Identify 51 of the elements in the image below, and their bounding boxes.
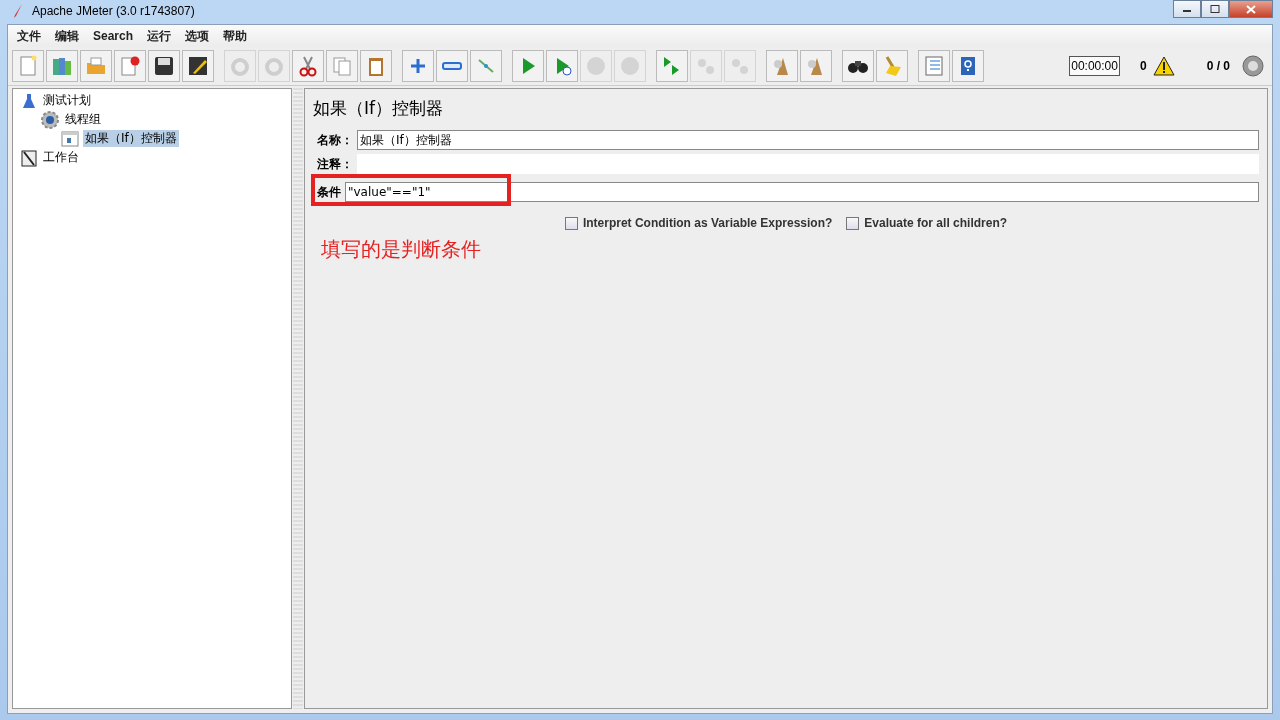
gear-icon (41, 110, 59, 129)
menu-item[interactable]: 帮助 (216, 27, 255, 45)
comment-field[interactable] (357, 154, 1259, 174)
thread-count: 0 / 0 (1206, 59, 1230, 73)
copy-icon (331, 55, 353, 77)
close-file-icon (119, 55, 141, 77)
annotation-text: 填写的是判断条件 (321, 236, 482, 263)
menu-item[interactable]: Search (86, 29, 141, 43)
toolbar-button[interactable] (148, 50, 180, 82)
splitter-handle[interactable] (293, 88, 303, 709)
close-icon (1246, 4, 1256, 14)
flask-icon (21, 92, 37, 109)
maximize-button[interactable] (1201, 0, 1229, 18)
field-label: 注释： (316, 155, 354, 173)
list-icon (923, 55, 945, 77)
tree-item[interactable]: 如果（If）控制器 (83, 130, 179, 147)
elapsed-time: 00:00:00 (1069, 56, 1120, 76)
close-button[interactable] (1229, 0, 1273, 18)
tree-item[interactable]: 线程组 (63, 111, 103, 128)
menu-item[interactable]: 选项 (178, 27, 217, 45)
tree-item[interactable]: 测试计划 (41, 92, 93, 109)
toolbar-button[interactable] (842, 50, 874, 82)
tree-item[interactable]: 工作台 (41, 149, 81, 166)
panel-title: 如果（If）控制器 (313, 97, 444, 120)
toolbar-button[interactable] (182, 50, 214, 82)
books-icon (51, 55, 73, 77)
warning-count: 0 (1139, 59, 1147, 73)
folder-icon (85, 55, 107, 77)
checkbox-label: Interpret Condition as Variable Expression? (582, 216, 833, 230)
scissors-icon (297, 55, 319, 77)
condition-field[interactable]: "value"=="1" (345, 182, 1259, 202)
status-indicator-icon (1242, 55, 1264, 77)
pencil-icon (187, 55, 209, 77)
menu-item[interactable]: 运行 (140, 27, 179, 45)
maximize-icon (1210, 5, 1220, 13)
minimize-button[interactable] (1173, 0, 1201, 18)
save-icon (153, 55, 175, 77)
checkbox[interactable] (564, 216, 578, 230)
notepad-icon (21, 148, 37, 167)
name-field[interactable]: 如果（If）控制器 (357, 130, 1259, 150)
menu-item[interactable]: 编辑 (48, 27, 86, 45)
window-title: Apache JMeter (3.0 r1743807) (32, 4, 195, 18)
field-label: 条件 (316, 183, 342, 201)
feather-icon (12, 3, 24, 19)
menu-item[interactable]: 文件 (10, 27, 48, 45)
new-file-icon (17, 55, 39, 77)
warning-icon (1152, 56, 1175, 76)
field-label: 名称： (316, 131, 354, 149)
checkbox[interactable] (846, 216, 860, 230)
document-icon (61, 130, 79, 147)
checkbox-label: Evaluate for all children? (864, 216, 1008, 230)
